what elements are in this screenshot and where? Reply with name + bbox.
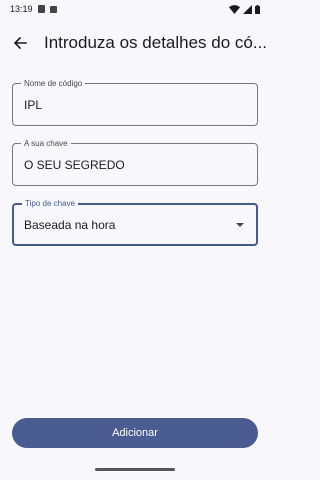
wifi-icon [229, 4, 240, 14]
page-title: Introduza os detalhes do có... [44, 33, 266, 52]
code-name-value: IPL [24, 98, 43, 112]
dropdown-arrow-icon[interactable] [236, 223, 244, 227]
signal-icon [243, 4, 252, 14]
key-type-dropdown[interactable]: Tipo de chave Baseada na hora [12, 198, 258, 246]
key-type-value: Baseada na hora [24, 218, 116, 232]
secret-key-label: A sua chave [21, 138, 71, 149]
secret-key-field[interactable]: A sua chave O SEU SEGREDO [12, 138, 258, 186]
add-button[interactable]: Adicionar [12, 418, 258, 448]
gesture-navigation-bar[interactable] [95, 468, 175, 471]
code-name-label: Nome de código [21, 78, 86, 89]
back-button[interactable] [0, 24, 40, 62]
app-bar: Introduza os detalhes do có... [0, 24, 270, 62]
sim-icon [49, 5, 57, 13]
notification-icon [37, 5, 45, 13]
key-type-label: Tipo de chave [22, 198, 78, 209]
code-name-field[interactable]: Nome de código IPL [12, 78, 258, 126]
status-time: 13:19 [10, 4, 33, 14]
battery-icon [255, 4, 260, 14]
arrow-back-icon [13, 36, 27, 50]
secret-key-value: O SEU SEGREDO [24, 158, 125, 172]
status-bar: 13:19 [0, 0, 270, 18]
